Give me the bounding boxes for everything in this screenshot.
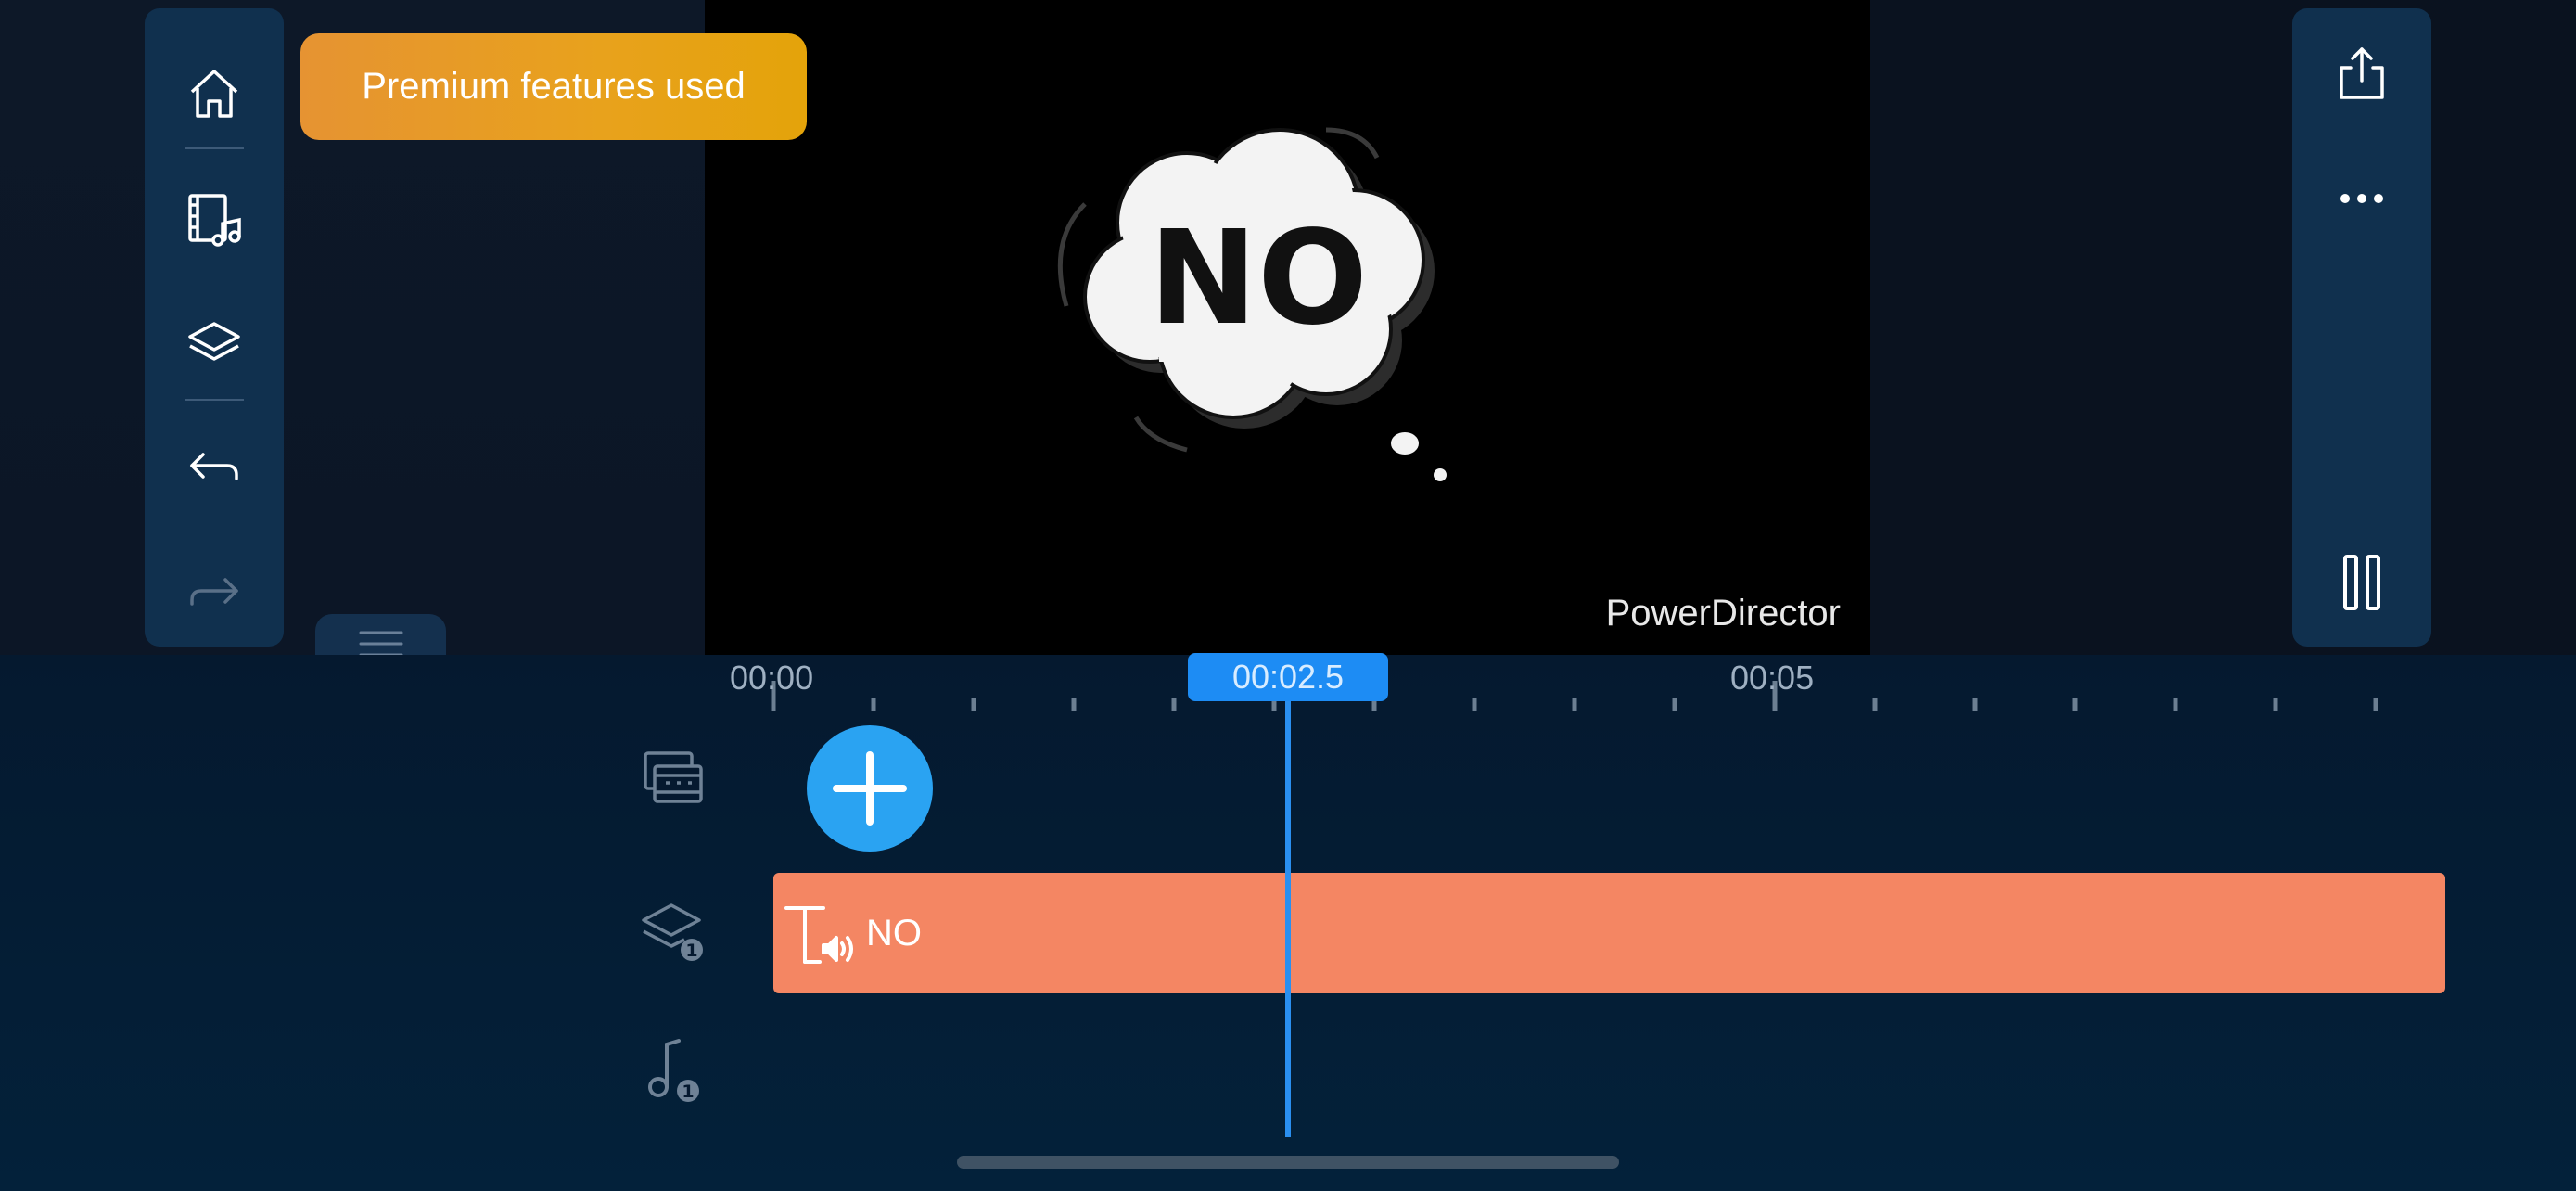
plus-icon xyxy=(833,751,907,826)
text-to-speech-icon xyxy=(784,906,853,964)
export-icon xyxy=(2340,47,2384,99)
overlay-track-badge: 1 xyxy=(685,941,697,961)
media-library-icon xyxy=(188,194,241,247)
top-area: NO PowerDirector Premium features used xyxy=(0,0,2576,670)
redo-icon xyxy=(190,578,238,606)
pause-icon xyxy=(2343,555,2380,610)
redo-button[interactable] xyxy=(145,548,284,641)
title-clip[interactable]: NO xyxy=(773,873,2445,993)
video-track-button[interactable] xyxy=(636,740,710,814)
ruler-label: 00:05 xyxy=(1730,659,1815,697)
preview-title-text: NO xyxy=(1149,203,1368,354)
ruler-label: 00:00 xyxy=(730,659,814,697)
more-options-button[interactable] xyxy=(2292,152,2431,245)
left-toolbar xyxy=(145,8,284,647)
music-track-icon: 1 xyxy=(648,1039,699,1102)
home-icon xyxy=(190,70,238,118)
playhead-line[interactable] xyxy=(1285,696,1291,1137)
home-indicator xyxy=(957,1156,1619,1169)
right-toolbar xyxy=(2292,8,2431,647)
video-preview[interactable]: NO PowerDirector xyxy=(705,0,1870,655)
watermark: PowerDirector xyxy=(1605,593,1841,634)
audio-track-button[interactable]: 1 xyxy=(636,1033,710,1108)
undo-icon xyxy=(190,453,238,480)
more-icon xyxy=(2340,194,2383,203)
home-button[interactable] xyxy=(145,47,284,140)
title-clip-label: NO xyxy=(866,913,922,954)
toolbar-divider xyxy=(185,399,244,401)
export-button[interactable] xyxy=(2292,27,2431,120)
timeline[interactable]: 00:00 00:05 1 1 NO 00:02.5 xyxy=(0,653,2576,1191)
toolbar-divider xyxy=(185,147,244,149)
add-clip-button[interactable] xyxy=(807,725,933,852)
video-track-icon xyxy=(644,751,703,803)
right-side-panel xyxy=(1870,0,2576,655)
thought-bubble-graphic: NO xyxy=(1057,127,1447,481)
pause-button[interactable] xyxy=(2292,536,2431,629)
media-library-button[interactable] xyxy=(145,173,284,266)
layers-button[interactable] xyxy=(145,296,284,389)
app-root: NO PowerDirector Premium features used 0… xyxy=(0,0,2576,1191)
undo-button[interactable] xyxy=(145,423,284,516)
layers-track-icon: 1 xyxy=(642,903,703,961)
playhead-time[interactable]: 00:02.5 xyxy=(1188,653,1388,701)
audio-track-badge: 1 xyxy=(682,1082,694,1102)
premium-features-badge[interactable]: Premium features used xyxy=(300,33,807,140)
overlay-track-button[interactable]: 1 xyxy=(636,894,710,968)
layers-icon xyxy=(188,322,240,361)
